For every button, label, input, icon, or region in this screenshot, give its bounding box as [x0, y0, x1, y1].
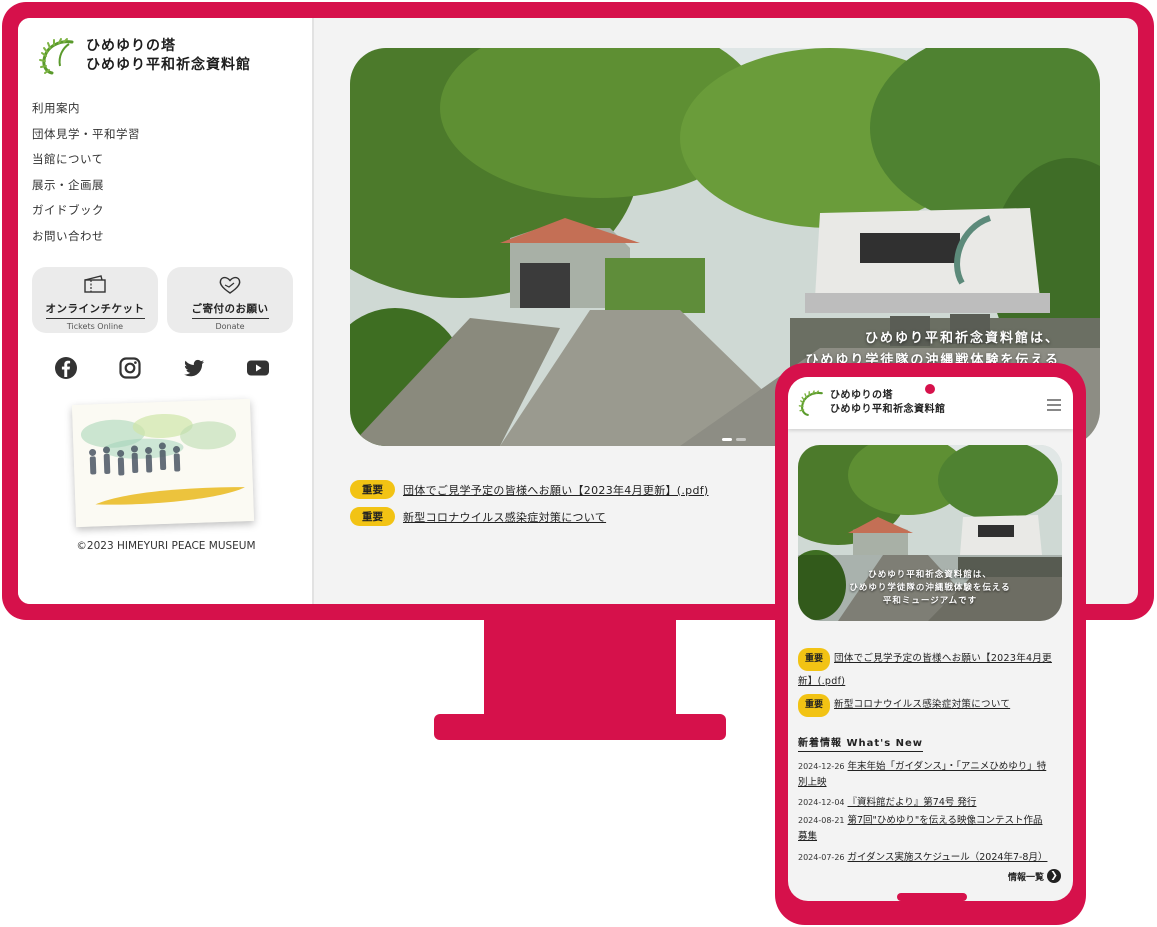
donate-sublabel: Donate: [215, 322, 245, 331]
fern-leaf-icon: [39, 38, 74, 75]
main-nav: 利用案内 団体見学・平和学習 当館について 展示・企画展 ガイドブック お問い合…: [32, 98, 140, 252]
phone-site-title-line2: ひめゆり平和祈念資料館: [830, 404, 946, 415]
sidebar: ひめゆりの塔 ひめゆり平和祈念資料館 利用案内 団体見学・平和学習 当館について…: [18, 18, 314, 604]
nav-item-exhibitions[interactable]: 展示・企画展: [32, 175, 140, 201]
important-badge: 重要: [798, 648, 831, 671]
site-logo[interactable]: ひめゆりの塔 ひめゆり平和祈念資料館: [38, 36, 251, 76]
nav-item-guidebook[interactable]: ガイドブック: [32, 200, 140, 226]
donate-label: ご寄付のお願い: [191, 301, 269, 319]
site-title-line2: ひめゆり平和祈念資料館: [86, 57, 251, 73]
nav-item-guide[interactable]: 利用案内: [32, 98, 140, 124]
news-title: 年末年始「ガイダンス」・「アニメひめゆり」特: [847, 761, 1047, 772]
tickets-sublabel: Tickets Online: [66, 322, 124, 331]
site-title: ひめゆりの塔 ひめゆり平和祈念資料館: [86, 37, 251, 75]
phone-notice-link-part1: 団体でご見学予定の皆様へお願い【2023年4月更: [834, 653, 1052, 664]
news-more-link[interactable]: 情報一覧 ❯: [1008, 869, 1061, 883]
nav-item-about[interactable]: 当館について: [32, 149, 140, 175]
phone-site-logo[interactable]: ひめゆりの塔 ひめゆり平和祈念資料館: [798, 389, 946, 417]
important-badge: 重要: [350, 507, 395, 526]
news-item[interactable]: 2024-08-21 第7回"ひめゆり"を伝える映像コンテスト作品募集: [798, 813, 1064, 845]
nav-item-group-visit[interactable]: 団体見学・平和学習: [32, 124, 140, 150]
tickets-button[interactable]: オンラインチケット Tickets Online: [32, 267, 158, 333]
notice-item: 重要 団体でご見学予定の皆様へお願い【2023年4月更新】(.pdf): [350, 480, 709, 499]
monitor-stand: [484, 620, 676, 720]
phone-screen: ひめゆりの塔 ひめゆり平和祈念資料館 ひめゆり平和祈念資料館は、 ひめゆり学徒隊…: [788, 377, 1073, 901]
arrow-right-icon: ❯: [1047, 869, 1061, 883]
phone-notice-link[interactable]: 新型コロナウイルス感染症対策について: [834, 699, 1010, 710]
news-item[interactable]: 2024-12-04 『資料館だより』第74号 発行: [798, 795, 1064, 811]
phone-hero-caption-line2: ひめゆり学徒隊の沖縄戦体験を伝える: [849, 583, 1011, 593]
notice-link[interactable]: 団体でご見学予定の皆様へお願い【2023年4月更新】(.pdf): [403, 482, 709, 498]
phone-hero-caption: ひめゆり平和祈念資料館は、 ひめゆり学徒隊の沖縄戦体験を伝える 平和ミュージアム…: [798, 569, 1062, 608]
news-title: 第7回"ひめゆり"を伝える映像コンテスト作品: [847, 815, 1043, 826]
news-title-cont: 募集: [798, 831, 818, 842]
news-item[interactable]: 2024-07-26 ガイダンス実施スケジュール（2024年7-8月）: [798, 850, 1064, 866]
news-title-cont: 別上映: [798, 777, 827, 788]
ticket-icon: [84, 275, 106, 293]
news-title: 『資料館だより』第74号 発行: [847, 797, 977, 808]
notice-link[interactable]: 新型コロナウイルス感染症対策について: [403, 509, 606, 525]
news-date: 2024-08-21: [798, 816, 845, 825]
phone-notice-item: 重要 団体でご見学予定の皆様へお願い【2023年4月更新】(.pdf): [798, 648, 1062, 692]
phone-frame: ひめゆりの塔 ひめゆり平和祈念資料館 ひめゆり平和祈念資料館は、 ひめゆり学徒隊…: [775, 363, 1086, 925]
phone-notice-link[interactable]: 団体でご見学予定の皆様へお願い【2023年4月更新】(.pdf): [798, 653, 1052, 687]
notice-item: 重要 新型コロナウイルス感染症対策について: [350, 507, 606, 526]
hamburger-menu-icon[interactable]: [1047, 399, 1061, 411]
news-item[interactable]: 2024-12-26 年末年始「ガイダンス」・「アニメひめゆり」特別上映: [798, 759, 1064, 791]
tickets-label: オンラインチケット: [45, 301, 145, 319]
monitor-base: [434, 714, 726, 740]
facebook-icon[interactable]: [54, 356, 78, 380]
heart-hands-icon: [219, 276, 241, 294]
phone-hero-caption-line3: 平和ミュージアムです: [882, 596, 978, 606]
watercolor-illustration: [71, 398, 255, 528]
donate-button[interactable]: ご寄付のお願い Donate: [167, 267, 293, 333]
hero-caption-line1: ひめゆり平和祈念資料館は、: [864, 331, 1060, 346]
news-title: ガイダンス実施スケジュール（2024年7-8月）: [847, 852, 1048, 863]
news-section-title: 新着情報 What's New: [798, 734, 924, 752]
fern-leaf-icon: [798, 390, 823, 416]
students-illustration-image: [71, 398, 255, 528]
important-badge: 重要: [350, 480, 395, 499]
phone-notice-link-part2: 新】(.pdf): [798, 676, 846, 687]
news-more-label: 情報一覧: [1007, 872, 1044, 883]
nav-item-contact[interactable]: お問い合わせ: [32, 226, 140, 252]
copyright: ©2023 HIMEYURI PEACE MUSEUM: [76, 540, 256, 552]
instagram-icon[interactable]: [118, 356, 142, 380]
phone-notice-item: 重要 新型コロナウイルス感染症対策について: [798, 694, 1062, 717]
twitter-icon[interactable]: [182, 356, 206, 380]
phone-hero-caption-line1: ひめゆり平和祈念資料館は、: [868, 570, 992, 580]
phone-home-indicator: [897, 893, 967, 901]
youtube-icon[interactable]: [246, 356, 270, 380]
news-date: 2024-12-26: [798, 762, 845, 771]
news-date: 2024-07-26: [798, 853, 845, 862]
phone-hero-image: ひめゆり平和祈念資料館は、 ひめゆり学徒隊の沖縄戦体験を伝える 平和ミュージアム…: [798, 445, 1062, 621]
site-title-line1: ひめゆりの塔: [86, 38, 176, 54]
phone-camera: [925, 384, 935, 394]
important-badge: 重要: [798, 694, 831, 717]
news-date: 2024-12-04: [798, 798, 845, 807]
